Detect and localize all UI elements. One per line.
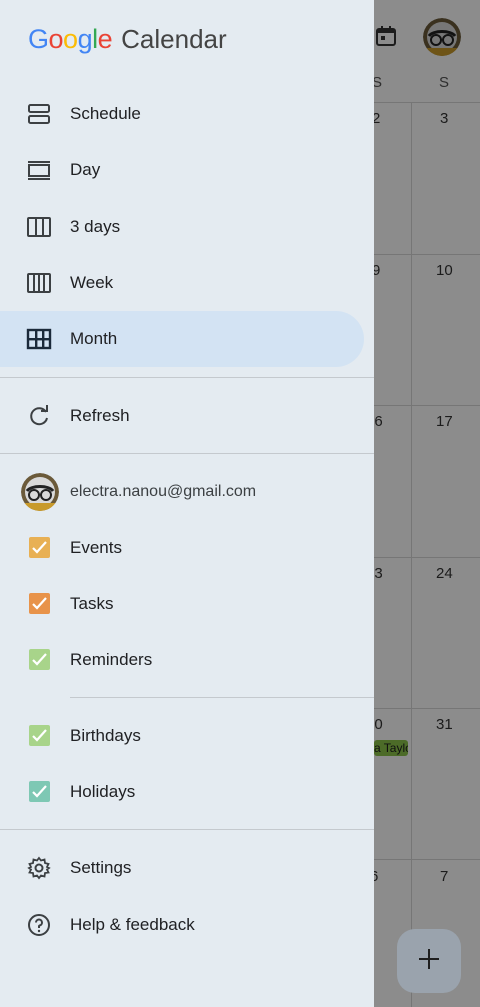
view-label: Month (70, 329, 118, 348)
view-month[interactable]: Month (0, 311, 364, 367)
plus-icon (418, 948, 440, 975)
tasks-checkbox[interactable] (29, 593, 50, 614)
refresh-icon (26, 404, 52, 428)
view-label: 3 days (70, 217, 121, 236)
calendar-label: Tasks (70, 594, 114, 613)
navigation-drawer: Google Calendar Schedule Day 3 days Week… (0, 0, 374, 1007)
calendar-toggle-tasks[interactable]: Tasks (0, 576, 364, 632)
account-email: electra.nanou@gmail.com (70, 483, 257, 500)
calendar-label: Holidays (70, 782, 136, 801)
view-label: Schedule (70, 104, 141, 123)
help-icon (26, 913, 52, 937)
month-icon (26, 327, 52, 351)
calendar-toggle-events[interactable]: Events (0, 520, 364, 576)
section-divider (0, 377, 374, 378)
calendar-label: Events (70, 538, 122, 557)
settings-button[interactable]: Settings (0, 840, 364, 896)
gear-icon (26, 856, 52, 880)
view-3-days[interactable]: 3 days (0, 199, 364, 255)
week-icon (26, 271, 52, 295)
help-label: Help & feedback (70, 915, 195, 934)
google-wordmark: Google (28, 23, 113, 54)
view-day[interactable]: Day (0, 142, 364, 198)
google-calendar-logo: Google Calendar (28, 22, 227, 56)
calendar-toggle-reminders[interactable]: Reminders (0, 632, 364, 688)
view-label: Week (70, 273, 114, 292)
reminders-checkbox[interactable] (29, 649, 50, 670)
section-divider (0, 453, 374, 454)
section-divider (0, 829, 374, 830)
refresh-button[interactable]: Refresh (0, 388, 364, 444)
day-icon (26, 158, 52, 182)
events-checkbox[interactable] (29, 537, 50, 558)
schedule-icon (26, 102, 52, 126)
create-event-button[interactable] (397, 929, 461, 993)
view-schedule[interactable]: Schedule (0, 86, 364, 142)
holidays-checkbox[interactable] (29, 781, 50, 802)
calendar-label: Birthdays (70, 726, 141, 745)
calendar-toggle-holidays[interactable]: Holidays (0, 764, 364, 820)
view-week[interactable]: Week (0, 255, 364, 311)
help-feedback-button[interactable]: Help & feedback (0, 897, 364, 953)
account-avatar (21, 473, 59, 511)
section-divider (70, 697, 374, 698)
settings-label: Settings (70, 858, 132, 877)
birthdays-checkbox[interactable] (29, 725, 50, 746)
calendar-wordmark: Calendar (121, 23, 227, 54)
view-label: Day (70, 160, 101, 179)
calendar-label: Reminders (70, 650, 153, 669)
three-days-icon (26, 215, 52, 239)
refresh-label: Refresh (70, 406, 130, 425)
calendar-toggle-birthdays[interactable]: Birthdays (0, 708, 364, 764)
